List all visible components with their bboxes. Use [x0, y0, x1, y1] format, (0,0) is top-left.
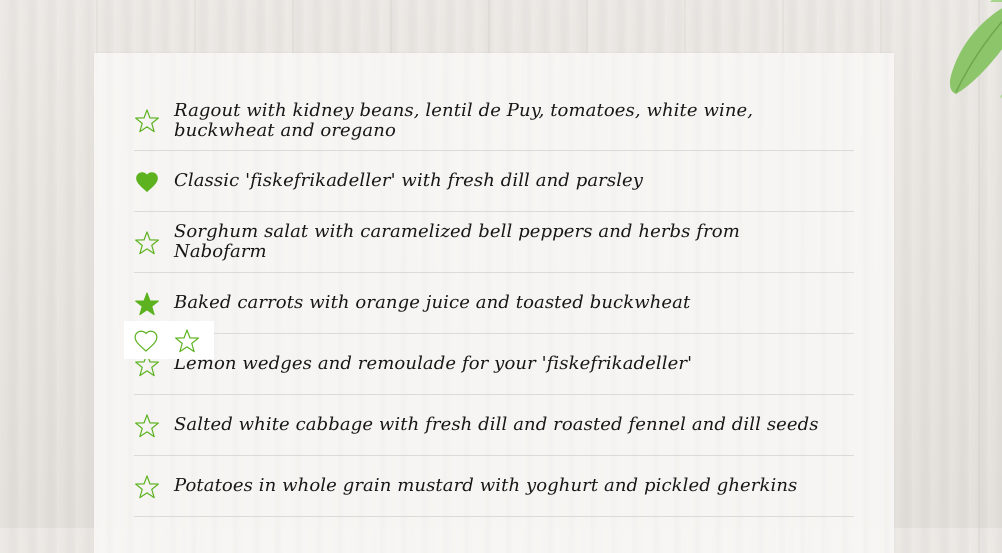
- star-outline-icon[interactable]: [134, 474, 160, 500]
- menu-item: Classic 'fiskefrikadeller' with fresh di…: [134, 151, 854, 212]
- menu-item: Potatoes in whole grain mustard with yog…: [134, 456, 854, 517]
- star-outline-icon[interactable]: [134, 108, 160, 134]
- menu-item-label: Salted white cabbage with fresh dill and…: [174, 414, 819, 435]
- menu-list: Ragout with kidney beans, lentil de Puy,…: [134, 90, 854, 517]
- menu-item: Ragout with kidney beans, lentil de Puy,…: [134, 90, 854, 151]
- menu-item-label: Classic 'fiskefrikadeller' with fresh di…: [174, 170, 644, 191]
- star-filled-icon[interactable]: [134, 291, 160, 317]
- menu-item-label: Lemon wedges and remoulade for your 'fis…: [174, 353, 693, 374]
- menu-item: Lemon wedges and remoulade for your 'fis…: [134, 334, 854, 395]
- star-outline-icon[interactable]: [134, 230, 160, 256]
- menu-item-label: Potatoes in whole grain mustard with yog…: [174, 475, 798, 496]
- menu-item: Sorghum salat with caramelized bell pepp…: [134, 212, 854, 273]
- heart-filled-icon[interactable]: [134, 169, 160, 195]
- menu-item-label: Sorghum salat with caramelized bell pepp…: [174, 221, 740, 262]
- menu-item-label: Ragout with kidney beans, lentil de Puy,…: [174, 100, 754, 141]
- menu-item-label: Baked carrots with orange juice and toas…: [174, 292, 691, 313]
- menu-item: Baked carrots with orange juice and toas…: [134, 273, 854, 334]
- star-outline-icon[interactable]: [174, 328, 200, 354]
- rating-popover: [124, 321, 214, 359]
- menu-item: Salted white cabbage with fresh dill and…: [134, 395, 854, 456]
- heart-outline-icon[interactable]: [133, 328, 159, 354]
- star-outline-icon[interactable]: [134, 413, 160, 439]
